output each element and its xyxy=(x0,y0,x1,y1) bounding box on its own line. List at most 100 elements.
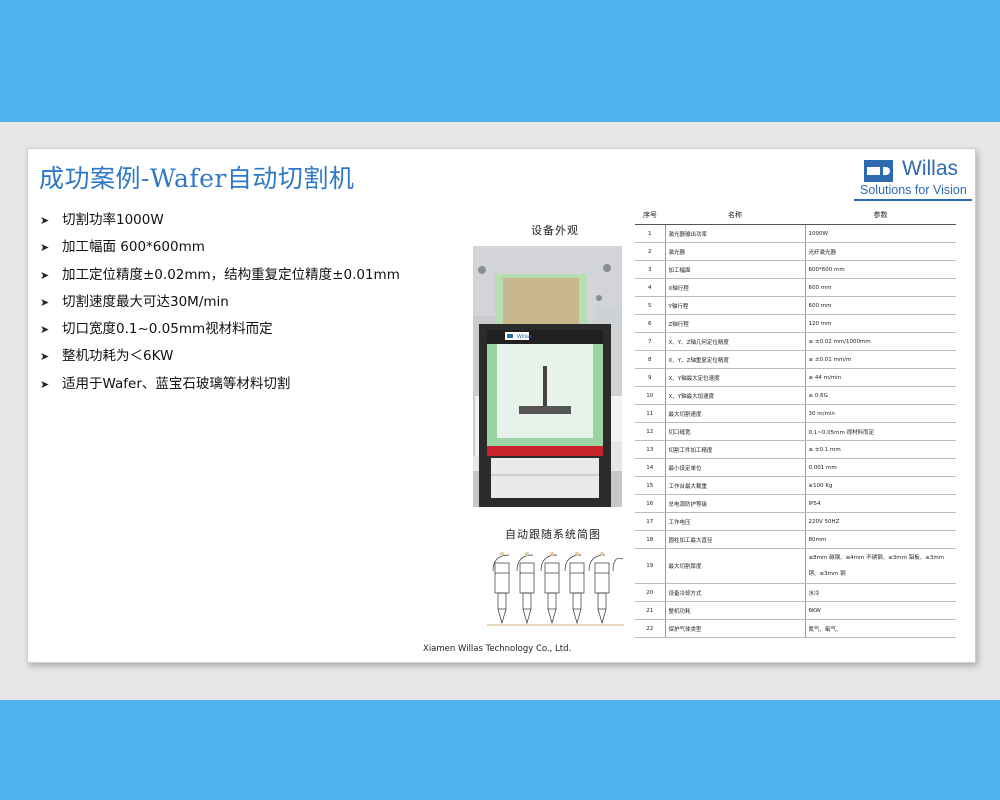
feature-item: ➤ 切割功率1000W xyxy=(34,207,400,234)
row-value: 600 mm xyxy=(805,278,956,297)
row-value: 光纤激光器 xyxy=(805,242,956,261)
follow-system-diagram xyxy=(487,552,624,626)
feature-text: 加工幅面 600*600mm xyxy=(62,239,205,256)
header-no: 序号 xyxy=(635,206,665,225)
bullet-arrow-icon: ➤ xyxy=(40,377,50,391)
row-no: 14 xyxy=(635,458,666,477)
table-row: 16 总电源防护等级 IP54 xyxy=(635,494,956,513)
slide-title: 成功案例-Wafer自动切割机 xyxy=(39,164,355,193)
table-row: 7 X、Y、Z轴几何定位精度 ≤ ±0.02 mm/1000mm xyxy=(635,332,956,351)
row-name: 激光器 xyxy=(665,242,806,261)
row-value: ≤8mm 碳钢、≤4mm 不锈钢、≤3mm 铝板、≤3mm 铜、≤3mm 钢 xyxy=(805,548,956,584)
row-value: ≤ ±0.02 mm/1000mm xyxy=(805,332,956,351)
row-name: 总电源防护等级 xyxy=(665,494,806,513)
row-no: 10 xyxy=(635,386,666,405)
feature-text: 整机功耗为＜6KW xyxy=(62,348,174,365)
table-row: 22 保护气体类型 氮气、氧气、 xyxy=(635,619,956,638)
row-value: 80mm xyxy=(805,530,956,549)
header-name: 名称 xyxy=(665,206,805,225)
row-no: 8 xyxy=(635,350,666,369)
row-name: X、Y轴最大定位速度 xyxy=(665,368,806,387)
row-name: 激光器输出功率 xyxy=(665,224,806,243)
feature-text: 切割速度最大可达30M/min xyxy=(62,293,229,310)
row-name: 切口缝宽 xyxy=(665,422,806,441)
feature-text: 切割功率1000W xyxy=(62,212,164,228)
feature-item: ➤ 切割速度最大可达30M/min xyxy=(34,289,400,316)
logo-name: Willas xyxy=(902,157,958,180)
row-no: 6 xyxy=(635,314,666,333)
table-row: 15 工作台最大载重 ≥100 Kg xyxy=(635,476,956,495)
feature-item: ➤ 加工定位精度±0.02mm，结构重复定位精度±0.01mm xyxy=(34,262,400,289)
row-value: 120 mm xyxy=(805,314,956,333)
row-no: 13 xyxy=(635,440,666,459)
table-row: 4 X轴行程 600 mm xyxy=(635,278,956,297)
row-no: 16 xyxy=(635,494,666,513)
feature-text: 切口宽度0.1~0.05mm视材料而定 xyxy=(62,321,273,338)
table-row: 11 最大切割速度 30 m/min xyxy=(635,404,956,423)
feature-item: ➤ 整机功耗为＜6KW xyxy=(34,343,400,370)
feature-text: 适用于Wafer、蓝宝石玻璃等材料切割 xyxy=(62,375,291,392)
row-value: ≥100 Kg xyxy=(805,476,956,495)
willas-logo-icon xyxy=(864,160,893,182)
table-row: 1 激光器输出功率 1000W xyxy=(635,224,956,243)
row-name: 加工幅面 xyxy=(665,260,806,279)
logo-tagline: Solutions for Vision xyxy=(860,183,967,197)
table-row: 14 最小设定单位 0.001 mm xyxy=(635,458,956,477)
row-no: 7 xyxy=(635,332,666,351)
row-name: 整机功耗 xyxy=(665,601,806,620)
feature-text: 加工定位精度±0.02mm，结构重复定位精度±0.01mm xyxy=(62,266,400,283)
row-value: ≤ ±0.01 mm/m xyxy=(805,350,956,369)
row-value: 30 m/min xyxy=(805,404,956,423)
row-value: ≥ 0.6G xyxy=(805,386,956,405)
diagram-caption: 自动跟随系统简图 xyxy=(505,528,601,541)
row-name: 工作电压 xyxy=(665,512,806,531)
row-name: X、Y轴最大加速度 xyxy=(665,386,806,405)
row-name: 切割工件加工精度 xyxy=(665,440,806,459)
row-value: 0.001 mm xyxy=(805,458,956,477)
table-row: 13 切割工件加工精度 ≤ ±0.1 mm xyxy=(635,440,956,459)
table-row: 20 设备冷却方式 水冷 xyxy=(635,583,956,602)
table-row: 6 Z轴行程 120 mm xyxy=(635,314,956,333)
slide: 成功案例-Wafer自动切割机 Willas Solutions for Vis… xyxy=(27,148,976,663)
row-no: 18 xyxy=(635,530,666,549)
table-row: 12 切口缝宽 0.1~0.05mm 视材料而定 xyxy=(635,422,956,441)
row-value: 600 mm xyxy=(805,296,956,315)
row-name: 最大切割速度 xyxy=(665,404,806,423)
table-row: 3 加工幅面 600*600 mm xyxy=(635,260,956,279)
photo-caption: 设备外观 xyxy=(531,224,579,237)
row-no: 12 xyxy=(635,422,666,441)
row-value: ≤ ±0.1 mm xyxy=(805,440,956,459)
row-no: 4 xyxy=(635,278,666,297)
row-no: 9 xyxy=(635,368,666,387)
spec-table-header: 序号 名称 参数 xyxy=(635,206,956,225)
row-name: Y轴行程 xyxy=(665,296,806,315)
row-no: 17 xyxy=(635,512,666,531)
row-no: 11 xyxy=(635,404,666,423)
row-value: 氮气、氧气、 xyxy=(805,619,956,638)
row-no: 15 xyxy=(635,476,666,495)
willas-logo: Willas Solutions for Vision xyxy=(854,153,972,201)
row-no: 5 xyxy=(635,296,666,315)
row-name: 保护气体类型 xyxy=(665,619,806,638)
row-name: Z轴行程 xyxy=(665,314,806,333)
row-no: 21 xyxy=(635,601,666,620)
row-name: 工作台最大载重 xyxy=(665,476,806,495)
row-value: 1000W xyxy=(805,224,956,243)
table-row: 2 激光器 光纤激光器 xyxy=(635,242,956,261)
row-value: 0.1~0.05mm 视材料而定 xyxy=(805,422,956,441)
row-name: 圆柱加工最大直径 xyxy=(665,530,806,549)
feature-item: ➤ 加工幅面 600*600mm xyxy=(34,234,400,261)
feature-item: ➤ 适用于Wafer、蓝宝石玻璃等材料切割 xyxy=(34,371,400,398)
bullet-arrow-icon: ➤ xyxy=(40,350,50,364)
row-value: 水冷 xyxy=(805,583,956,602)
row-no: 2 xyxy=(635,242,666,261)
footer-company: Xiamen Willas Technology Co., Ltd. xyxy=(423,644,572,654)
row-name: 设备冷却方式 xyxy=(665,583,806,602)
row-no: 1 xyxy=(635,224,666,243)
row-name: 最小设定单位 xyxy=(665,458,806,477)
row-value: IP54 xyxy=(805,494,956,513)
photo-brand: Willas xyxy=(517,334,532,340)
feature-item: ➤ 切口宽度0.1~0.05mm视材料而定 xyxy=(34,316,400,343)
table-row: 10 X、Y轴最大加速度 ≥ 0.6G xyxy=(635,386,956,405)
bullet-arrow-icon: ➤ xyxy=(40,241,50,255)
